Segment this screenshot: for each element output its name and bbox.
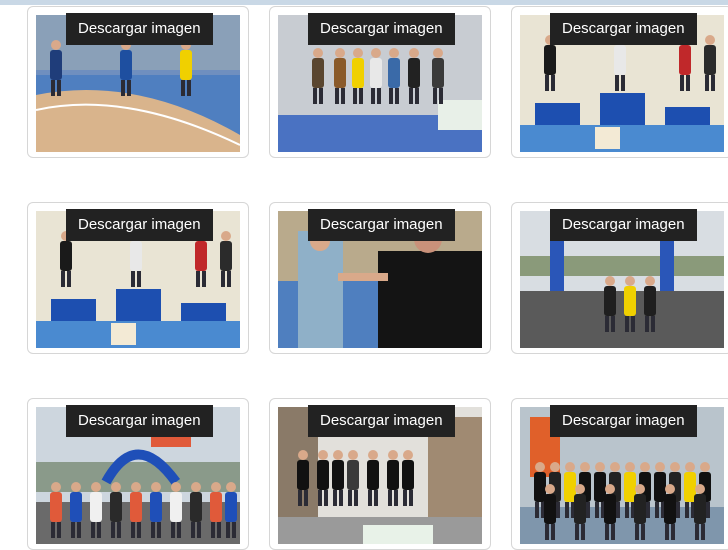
gallery-card[interactable]: Descargar imagen	[511, 6, 728, 158]
download-image-button[interactable]: Descargar imagen	[550, 13, 697, 45]
download-image-button[interactable]: Descargar imagen	[66, 13, 213, 45]
gallery-card[interactable]: Descargar imagen	[511, 202, 728, 354]
download-image-button[interactable]: Descargar imagen	[308, 209, 455, 241]
gallery-card[interactable]: Descargar imagen	[27, 398, 249, 550]
download-image-button[interactable]: Descargar imagen	[550, 405, 697, 437]
download-image-button[interactable]: Descargar imagen	[550, 209, 697, 241]
gallery-card[interactable]: Descargar imagen	[27, 202, 249, 354]
gallery-card[interactable]: Descargar imagen	[269, 398, 491, 550]
download-image-button[interactable]: Descargar imagen	[66, 209, 213, 241]
gallery-card[interactable]: Descargar imagen	[27, 6, 249, 158]
gallery-card[interactable]: Descargar imagen	[511, 398, 728, 550]
download-image-button[interactable]: Descargar imagen	[66, 405, 213, 437]
gallery-card[interactable]: Descargar imagen	[269, 6, 491, 158]
download-image-button[interactable]: Descargar imagen	[308, 405, 455, 437]
top-border-strip	[0, 0, 728, 5]
download-image-button[interactable]: Descargar imagen	[308, 13, 455, 45]
gallery-card[interactable]: Descargar imagen	[269, 202, 491, 354]
